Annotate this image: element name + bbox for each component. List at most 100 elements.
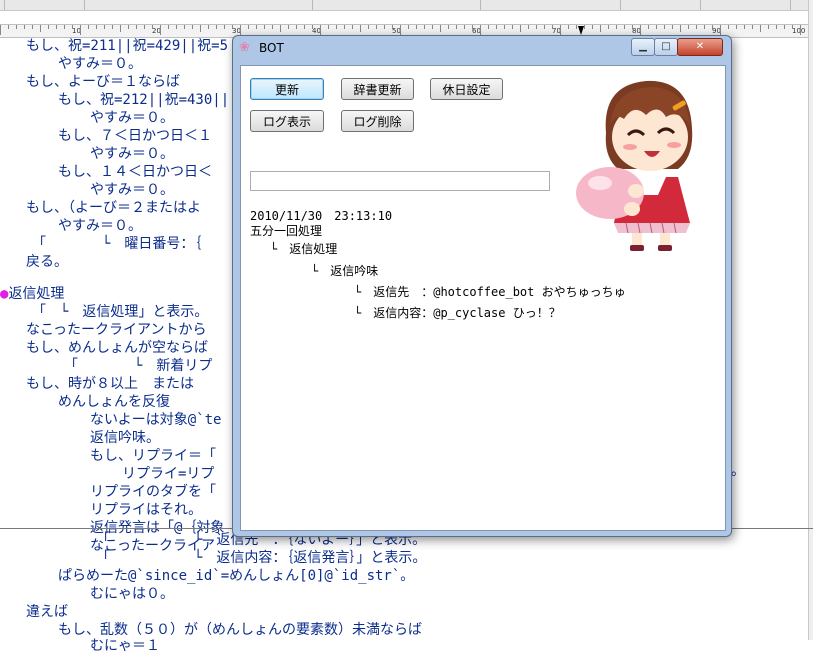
ruler-tick <box>136 25 137 29</box>
ruler-tick <box>696 25 697 29</box>
ruler-tick <box>312 25 313 29</box>
ruler-tick <box>40 25 41 32</box>
minimize-icon: ▁ <box>639 41 647 52</box>
ruler-tick <box>592 25 593 29</box>
ruler-tick <box>392 25 393 29</box>
ruler-tick <box>584 25 585 29</box>
ruler-tick <box>232 25 233 29</box>
ruler-tick <box>400 25 401 35</box>
code-line: もし、１４＜日かつ日＜ <box>58 164 212 180</box>
ruler-tick <box>288 25 289 29</box>
ruler-tick <box>744 25 745 29</box>
ruler-tick <box>296 25 297 29</box>
ruler-tick <box>328 25 329 29</box>
code-line: 「 └ 新着リプ <box>64 358 213 374</box>
code-line: リプライはそれ。 <box>90 502 203 518</box>
ruler-tick <box>552 25 553 29</box>
ruler-tick <box>336 25 337 29</box>
ruler-tick <box>192 25 193 29</box>
dictionary-refresh-button[interactable]: 辞書更新 <box>341 78 414 100</box>
sakura-app-icon: ❀ <box>239 40 250 55</box>
ruler-tick <box>792 25 793 29</box>
log-delete-button[interactable]: ログ削除 <box>341 110 414 132</box>
ruler-tick <box>368 25 369 29</box>
code-line: リプライ=リプ <box>122 466 215 482</box>
ruler-tick <box>88 25 89 29</box>
ruler-tick <box>712 25 713 29</box>
ruler-tick <box>120 25 121 32</box>
ruler-tick <box>72 25 73 29</box>
ruler-tick <box>464 25 465 29</box>
ruler-tick <box>384 25 385 29</box>
ruler-tick <box>576 25 577 29</box>
ruler-tick <box>640 25 641 35</box>
log-line: └ 返信先 ：@hotcoffee_bot おやちゅっちゅ <box>354 285 626 299</box>
ruler-tick <box>112 25 113 29</box>
code-line: 違えば <box>26 604 68 620</box>
ruler-tick <box>472 25 473 29</box>
function-heading: ●返信処理 <box>0 286 65 302</box>
ruler-tick <box>224 25 225 29</box>
code-line: もし、めんしょんが空ならば <box>26 340 208 356</box>
ruler-tick <box>128 25 129 29</box>
holiday-settings-button[interactable]: 休日設定 <box>430 78 503 100</box>
log-view-button[interactable]: ログ表示 <box>250 110 324 132</box>
right-edge-scrollbar[interactable] <box>808 0 813 640</box>
ruler-tick <box>208 25 209 29</box>
refresh-button[interactable]: 更新 <box>250 78 324 100</box>
log-line: └ 返信内容：@p_cyclase ひっ！？ <box>354 306 561 320</box>
log-line: └ 返信吟味 <box>311 264 379 278</box>
ruler-tick <box>24 25 25 29</box>
ruler-tick <box>704 25 705 29</box>
ruler-tick <box>800 25 801 35</box>
ruler-tick <box>608 25 609 29</box>
code-line: やすみ＝０。 <box>90 110 174 126</box>
code-line: もし、祝=211||祝=429||祝=5 <box>26 38 229 54</box>
ruler-tick <box>216 25 217 29</box>
code-line: ないよーは対象@`te <box>90 412 222 428</box>
code-line: もし、（よーび＝２またはよ <box>26 200 201 216</box>
ruler-tick <box>360 25 361 32</box>
code-line: やすみ＝０。 <box>58 56 142 72</box>
code-line: 「 └ 返信内容：｛返信発言｝」と表示。 <box>96 550 427 566</box>
maximize-button[interactable]: □ <box>654 38 678 56</box>
ruler-tick <box>496 25 497 29</box>
ruler-tick <box>536 25 537 29</box>
ruler-tick <box>352 25 353 29</box>
code-line: もし、よーび＝１ならば <box>26 74 180 90</box>
window-title: BOT <box>259 41 284 55</box>
ruler-tick <box>248 25 249 29</box>
code-line: 「 └ 曜日番号：｛ <box>32 236 202 252</box>
ruler-tick <box>656 25 657 29</box>
ruler-tick <box>160 25 161 35</box>
ruler-tick <box>344 25 345 29</box>
ruler-tick <box>672 25 673 29</box>
ruler-tick <box>600 25 601 32</box>
ruler-tick <box>760 25 761 32</box>
minimize-button[interactable]: ▁ <box>631 38 655 56</box>
code-line: 戻る。 <box>26 254 68 270</box>
ruler-tick <box>448 25 449 29</box>
close-button[interactable]: ✕ <box>677 38 723 56</box>
ruler-tick <box>200 25 201 32</box>
code-line: リプライのタブを「 <box>90 484 216 500</box>
ruler-tick <box>784 25 785 29</box>
bot-window[interactable]: ❀ BOT ▁ □ ✕ 更新 辞書更新 休日設定 ログ表示 ログ削除 2010/… <box>232 35 732 537</box>
code-line: もし、時が８以上 または <box>26 376 194 392</box>
ruler-tick <box>480 25 481 35</box>
message-input[interactable] <box>250 171 550 191</box>
ruler-tick <box>176 25 177 29</box>
ruler-tick <box>432 25 433 29</box>
log-line: └ 返信処理 <box>270 242 338 256</box>
ruler-tick <box>320 25 321 35</box>
ruler-tick <box>240 25 241 35</box>
code-line: もし、７＜日かつ日＜１ <box>58 128 212 144</box>
code-line: もし、リプライ＝「 <box>90 448 216 464</box>
ruler-tick <box>688 25 689 29</box>
ruler-tick <box>256 25 257 29</box>
window-titlebar[interactable]: ❀ BOT ▁ □ ✕ <box>233 36 731 60</box>
code-line-tail: 。 <box>731 463 745 479</box>
ruler-tick <box>152 25 153 29</box>
mascot-character-image <box>576 80 693 251</box>
code-line: やすみ＝０。 <box>58 218 142 234</box>
